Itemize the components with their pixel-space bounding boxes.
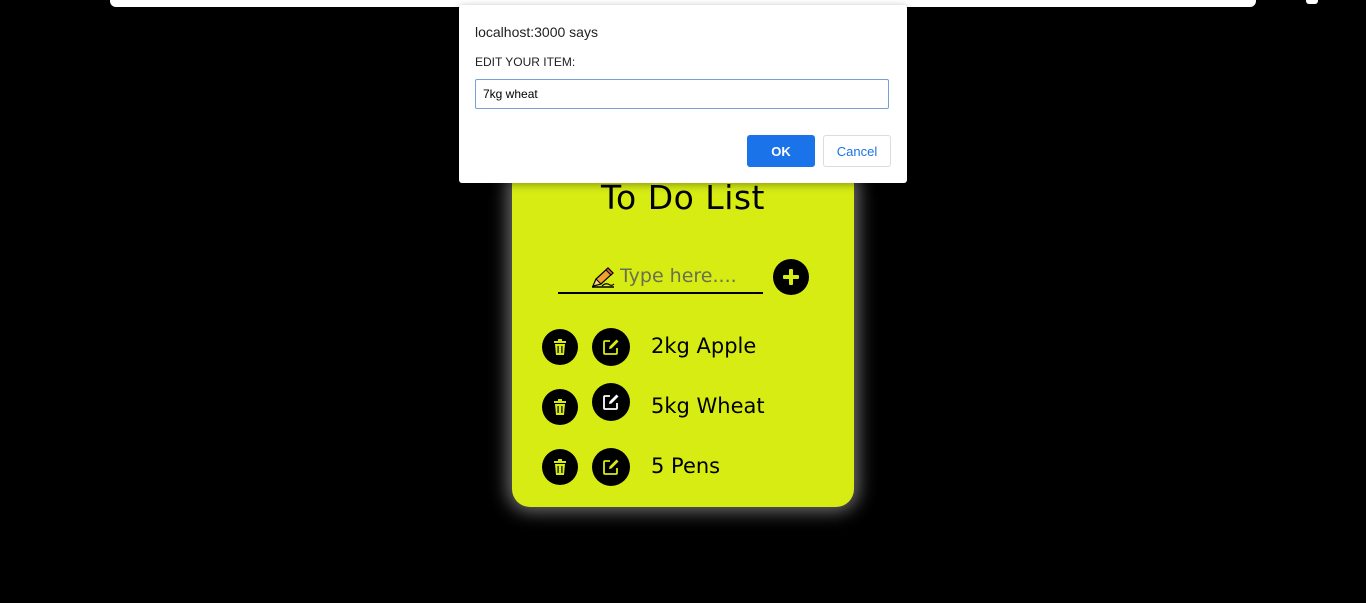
dialog-message: EDIT YOUR ITEM: [475, 55, 576, 69]
item-label: 5 Pens [651, 454, 721, 478]
delete-button[interactable] [542, 389, 578, 425]
prompt-dialog: localhost:3000 says EDIT YOUR ITEM: OK C… [459, 5, 907, 183]
trash-icon [554, 339, 566, 355]
edit-button[interactable] [592, 383, 630, 421]
new-item-input[interactable] [620, 262, 760, 290]
ok-button[interactable]: OK [747, 135, 815, 167]
list-item: 2kg Apple [512, 328, 854, 368]
browser-menu-icon[interactable] [1306, 0, 1318, 4]
new-item-field [558, 260, 763, 294]
edit-button[interactable] [592, 448, 630, 486]
list-item: 5kg Wheat [512, 383, 854, 425]
item-label: 5kg Wheat [651, 394, 765, 418]
add-item-button[interactable] [773, 259, 809, 295]
edit-icon [603, 459, 619, 475]
pencil-icon [591, 267, 615, 288]
dialog-title: localhost:3000 says [475, 24, 598, 40]
delete-button[interactable] [542, 449, 578, 485]
edit-button[interactable] [592, 328, 630, 366]
app-title: To Do List [600, 178, 765, 217]
item-label: 2kg Apple [651, 334, 757, 358]
trash-icon [554, 399, 566, 415]
edit-icon [603, 339, 619, 355]
cancel-button[interactable]: Cancel [823, 135, 891, 167]
dialog-input[interactable] [475, 79, 889, 109]
edit-icon [603, 394, 619, 410]
delete-button[interactable] [542, 329, 578, 365]
todo-card: To Do List Type here.... 2kg Apple 5kg W… [512, 160, 854, 507]
list-item: 5 Pens [512, 448, 854, 488]
trash-icon [554, 459, 566, 475]
